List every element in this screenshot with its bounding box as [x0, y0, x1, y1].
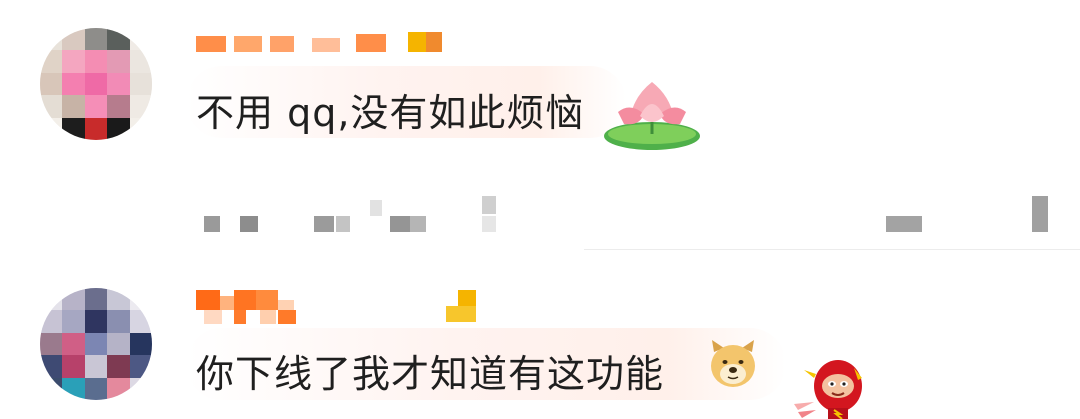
avatar[interactable]: [40, 28, 152, 140]
divider: [584, 249, 1080, 250]
comment-text: 你下线了我才知道有这功能: [196, 352, 665, 396]
lotus-sticker-icon: [604, 82, 700, 150]
doge-face-icon: [711, 340, 755, 387]
avatar[interactable]: [40, 288, 152, 400]
red-hero-sticker-icon: [794, 360, 862, 419]
comment-text: 不用 qq,没有如此烦恼: [196, 91, 585, 135]
